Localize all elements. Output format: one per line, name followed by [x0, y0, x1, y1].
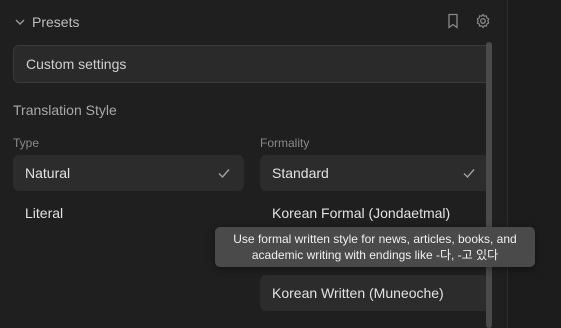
option-label: Natural — [25, 165, 71, 181]
tooltip-line-1: Use formal written style for news, artic… — [233, 232, 517, 246]
tooltip-line-2: academic writing with endings like -다, -… — [251, 248, 499, 262]
formality-option-korean-written[interactable]: Korean Written (Muneoche) — [260, 275, 489, 311]
type-option-literal[interactable]: Literal — [13, 195, 244, 231]
formality-option-standard[interactable]: Standard — [260, 155, 489, 191]
presets-actions — [444, 12, 492, 30]
check-icon — [216, 165, 232, 181]
chevron-down-icon[interactable] — [12, 14, 28, 30]
option-label: Standard — [272, 165, 329, 181]
adjacent-pane — [508, 0, 561, 328]
check-icon — [461, 165, 477, 181]
settings-panel: Presets Custom settings Translation Styl… — [0, 0, 508, 328]
bookmark-icon[interactable] — [444, 12, 462, 30]
section-title-translation-style: Translation Style — [13, 102, 117, 118]
type-label: Type — [13, 136, 40, 150]
presets-header[interactable]: Presets — [12, 10, 492, 34]
tooltip: Use formal written style for news, artic… — [215, 227, 535, 267]
preset-select[interactable]: Custom settings — [13, 45, 491, 83]
formality-option-korean-formal[interactable]: Korean Formal (Jondaetmal) — [260, 195, 489, 231]
preset-select-value: Custom settings — [26, 56, 127, 72]
option-label: Korean Formal (Jondaetmal) — [272, 205, 451, 221]
option-label: Korean Written (Muneoche) — [272, 285, 444, 301]
formality-label: Formality — [260, 136, 310, 150]
presets-title: Presets — [32, 14, 80, 30]
scrollbar[interactable] — [486, 42, 492, 328]
option-label: Literal — [25, 205, 64, 221]
type-option-natural[interactable]: Natural — [13, 155, 244, 191]
gear-icon[interactable] — [474, 12, 492, 30]
